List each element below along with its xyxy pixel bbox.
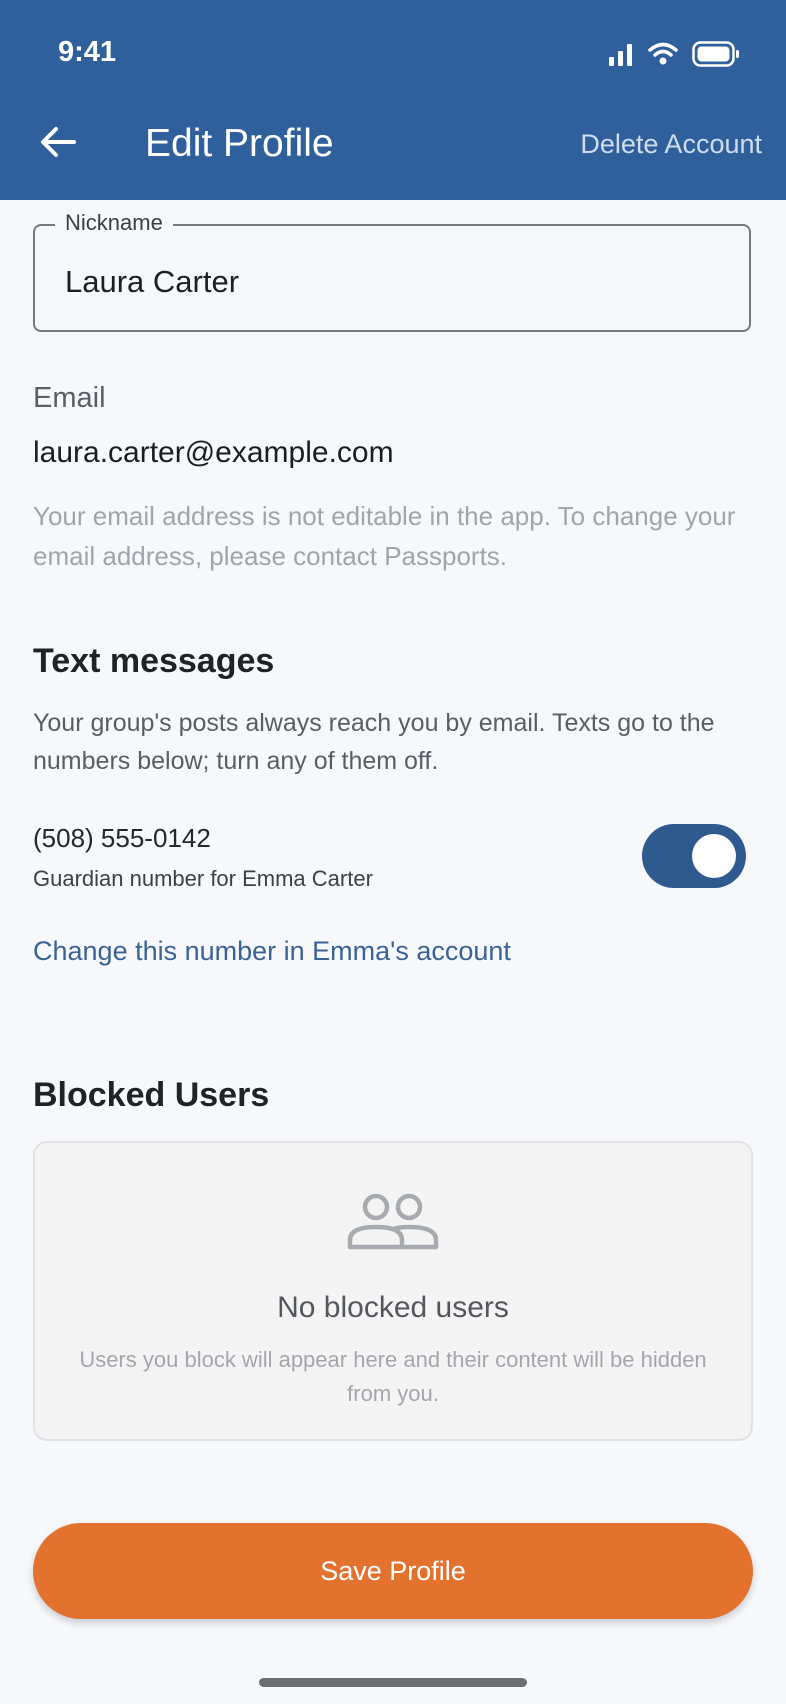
status-time: 9:41 bbox=[58, 36, 117, 68]
home-indicator bbox=[259, 1678, 527, 1687]
email-value: laura.carter@example.com bbox=[33, 436, 394, 469]
status-icons bbox=[608, 40, 740, 72]
wifi-icon bbox=[648, 42, 678, 71]
sms-toggle[interactable] bbox=[642, 824, 746, 888]
phone-number: (508) 555-0142 bbox=[33, 823, 211, 853]
delete-account-button[interactable]: Delete Account bbox=[580, 129, 762, 160]
text-messages-title: Text messages bbox=[33, 642, 275, 680]
people-icon bbox=[347, 1191, 439, 1256]
save-profile-button[interactable]: Save Profile bbox=[33, 1523, 753, 1619]
page-title: Edit Profile bbox=[145, 122, 334, 165]
empty-state-title: No blocked users bbox=[277, 1291, 509, 1324]
blocked-users-title: Blocked Users bbox=[33, 1076, 270, 1114]
nickname-label: Nickname bbox=[55, 210, 173, 236]
battery-icon bbox=[692, 40, 740, 72]
email-note: Your email address is not editable in th… bbox=[33, 501, 736, 571]
change-number-link[interactable]: Change this number in Emma's account bbox=[33, 936, 511, 967]
phone-number-subtitle: Guardian number for Emma Carter bbox=[33, 866, 373, 891]
toggle-knob bbox=[692, 834, 736, 878]
text-messages-description: Your group's posts always reach you by e… bbox=[33, 709, 715, 775]
blocked-users-card: No blocked users Users you block will ap… bbox=[33, 1141, 753, 1441]
email-label: Email bbox=[33, 382, 106, 414]
app-bar: 9:41 Edit Profile Delete Account bbox=[0, 0, 786, 200]
nickname-input[interactable]: Laura Carter bbox=[65, 264, 239, 300]
nickname-field[interactable]: Nickname Laura Carter bbox=[33, 210, 751, 332]
back-button[interactable] bbox=[36, 122, 80, 166]
empty-state-description: Users you block will appear here and the… bbox=[79, 1347, 707, 1406]
arrow-left-icon bbox=[40, 126, 76, 163]
signal-icon bbox=[608, 42, 634, 71]
